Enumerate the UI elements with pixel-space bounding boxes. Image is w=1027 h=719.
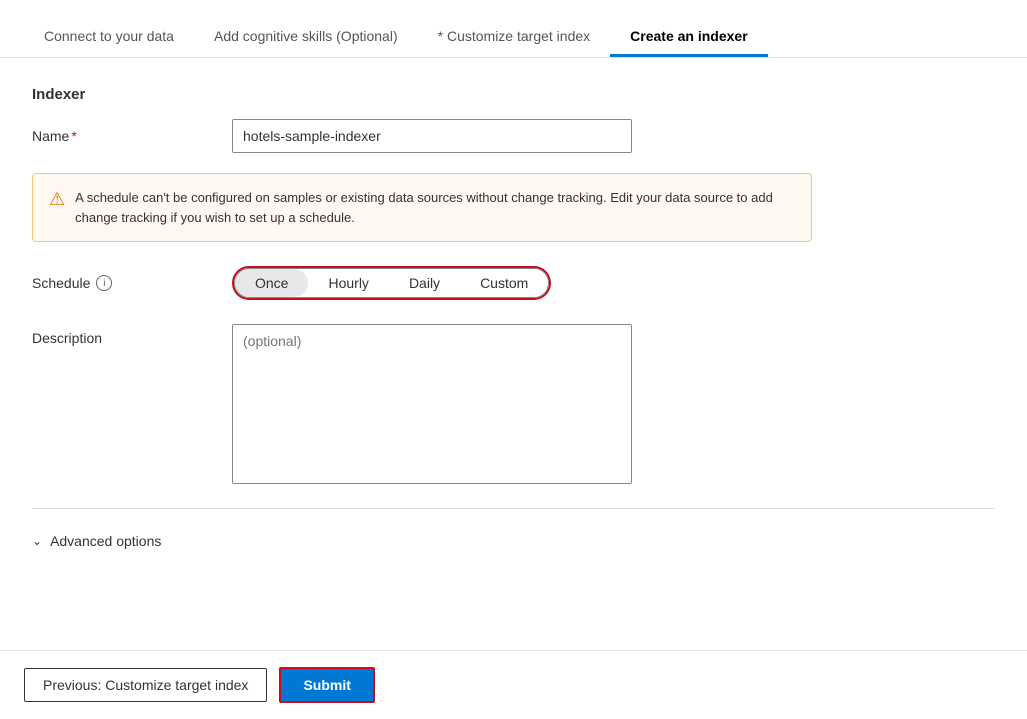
schedule-once[interactable]: Once [235,269,308,297]
description-row: Description [32,324,995,484]
tab-connect[interactable]: Connect to your data [24,18,194,57]
description-textarea[interactable] [232,324,632,484]
schedule-custom[interactable]: Custom [460,269,548,297]
schedule-hourly[interactable]: Hourly [308,269,388,297]
main-content: Indexer Name* ⚠ A schedule can't be conf… [0,58,1027,585]
tab-indexer[interactable]: Create an indexer [610,18,768,57]
alert-box: ⚠ A schedule can't be configured on samp… [32,173,812,242]
description-label: Description [32,324,232,346]
schedule-daily[interactable]: Daily [389,269,460,297]
alert-text: A schedule can't be configured on sample… [75,188,795,227]
schedule-row: Schedule i Once Hourly Daily Custom [32,266,995,300]
schedule-options: Once Hourly Daily Custom [234,268,549,298]
schedule-options-wrapper: Once Hourly Daily Custom [232,266,551,300]
tab-customize[interactable]: * Customize target index [418,18,611,57]
name-label: Name* [32,128,232,144]
footer: Previous: Customize target index Submit [0,650,1027,719]
advanced-label: Advanced options [50,533,161,549]
prev-button[interactable]: Previous: Customize target index [24,668,267,702]
top-nav: Connect to your data Add cognitive skill… [0,0,1027,58]
section-title: Indexer [32,86,995,103]
name-input[interactable] [232,119,632,153]
advanced-options-row[interactable]: ⌄ Advanced options [32,525,995,557]
info-icon[interactable]: i [96,275,112,291]
submit-button[interactable]: Submit [279,667,374,703]
chevron-down-icon: ⌄ [32,534,42,548]
schedule-label: Schedule i [32,275,232,291]
divider [32,508,995,509]
tab-cognitive[interactable]: Add cognitive skills (Optional) [194,18,418,57]
required-star: * [71,128,76,144]
warning-icon: ⚠ [49,189,65,210]
name-row: Name* [32,119,995,153]
